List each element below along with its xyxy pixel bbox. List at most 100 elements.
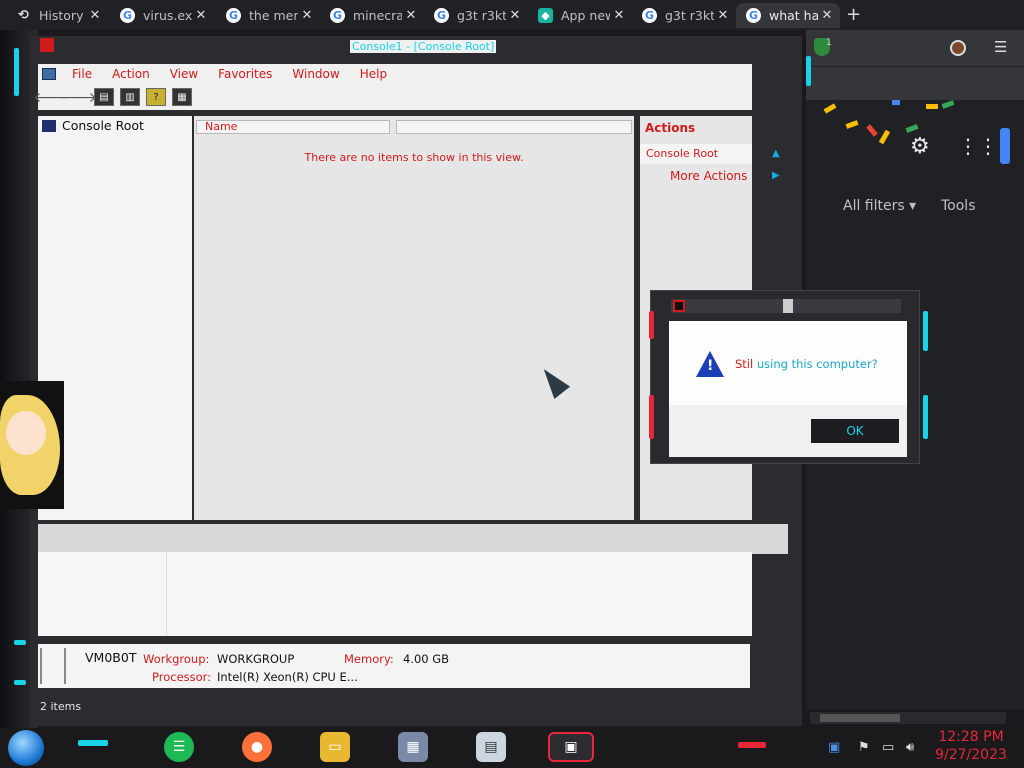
google-icon: G	[434, 8, 449, 23]
close-tab-icon[interactable]: ✕	[298, 8, 316, 23]
forward-arrow-icon[interactable]: 🡒	[59, 88, 97, 106]
frame-accent	[14, 48, 19, 96]
browser-horizontal-scrollbar[interactable]	[810, 712, 1006, 724]
avatar[interactable]	[950, 40, 966, 56]
more-actions-link[interactable]: More Actions	[670, 169, 747, 183]
close-tab-icon[interactable]: ✕	[610, 8, 628, 23]
close-tab-icon[interactable]: ✕	[192, 8, 210, 23]
menu-view[interactable]: View	[170, 67, 198, 81]
google-icon: G	[330, 8, 345, 23]
network-tray-icon[interactable]: ▣	[828, 740, 840, 755]
menu-action[interactable]: Action	[112, 67, 150, 81]
tab-g3t-r3kt[interactable]: G g3t r3kt ✕	[424, 3, 528, 28]
display-tray-icon[interactable]: ▭	[882, 740, 894, 755]
google-icon: G	[226, 8, 241, 23]
status-bar: 2 items	[30, 698, 340, 716]
close-tab-icon[interactable]: ✕	[714, 8, 732, 23]
show-hide-tree-icon[interactable]: ▤	[94, 88, 114, 106]
ok-button[interactable]: OK	[811, 419, 899, 443]
taskbar-accent	[738, 742, 766, 748]
dialog-message: Stil using this computer?	[735, 357, 878, 371]
start-button[interactable]	[8, 730, 44, 766]
new-tab-button[interactable]: +	[846, 4, 861, 25]
dialog-titlebar[interactable]	[671, 299, 901, 313]
window-app-icon	[40, 38, 54, 52]
workgroup-value: WORKGROUP	[217, 652, 295, 666]
frame-accent	[649, 311, 654, 339]
menu-window[interactable]: Window	[292, 67, 339, 81]
tab-minecraft[interactable]: G minecraf ✕	[320, 3, 424, 28]
tab-g3t-r3kt-2[interactable]: G g3t r3kt ✕	[632, 3, 736, 28]
help-icon[interactable]: ?	[146, 88, 166, 106]
details-pane	[38, 552, 752, 636]
actions-title: Actions	[645, 121, 696, 135]
dialog-app-icon	[673, 300, 685, 312]
google-icon: G	[746, 8, 761, 23]
processor-label: Processor:	[152, 670, 212, 684]
tab-what-hap[interactable]: G what hap ✕	[736, 3, 840, 28]
frame-right-cyan	[806, 56, 811, 86]
google-icon: G	[120, 8, 135, 23]
memory-value: 4.00 GB	[403, 652, 450, 666]
collapse-up-icon[interactable]: ▲	[772, 148, 780, 159]
browser-tab-strip: ⟲ History ✕ G virus.exe ✕ G the mem ✕ G …	[0, 0, 1024, 30]
empty-message: There are no items to show in this view.	[304, 151, 524, 164]
app-icon: ◆	[538, 8, 553, 23]
taskbar-accent	[78, 740, 108, 746]
flag-icon[interactable]: ⚑	[858, 740, 870, 755]
frame-accent	[14, 640, 26, 645]
idle-dialog: ! Stil using this computer? OK	[649, 290, 928, 464]
column-header-name[interactable]: Name	[196, 120, 390, 134]
system-info-icon[interactable]: ▤	[476, 732, 506, 762]
tools-button[interactable]: Tools	[941, 198, 976, 214]
close-tab-icon[interactable]: ✕	[86, 8, 104, 23]
frame-accent	[923, 311, 928, 351]
scroll-thumb[interactable]	[820, 714, 900, 722]
computer-name: VM0B0T	[85, 650, 137, 665]
menu-help[interactable]: Help	[360, 67, 387, 81]
menu-icon[interactable]: ☰	[994, 38, 1007, 56]
extension-badge: 1	[826, 38, 832, 48]
doodle-confetti	[892, 100, 900, 105]
spotify-icon[interactable]: ☰	[164, 732, 194, 762]
volume-icon[interactable]: 🔊︎	[906, 740, 914, 755]
folder-icon	[42, 119, 56, 132]
close-tab-icon[interactable]: ✕	[818, 8, 836, 23]
mmc-taskbar-icon[interactable]: ▣	[548, 732, 594, 762]
column-header-blank[interactable]	[396, 120, 632, 134]
character-sticker	[0, 381, 64, 509]
dialog-body: ! Stil using this computer?	[669, 321, 907, 405]
actions-console-root[interactable]: Console Root	[640, 144, 752, 164]
menu-favorites[interactable]: Favorites	[218, 67, 272, 81]
window-title: Console1 - [Console Root]	[350, 40, 497, 53]
tab-virus-exe[interactable]: G virus.exe ✕	[110, 3, 214, 28]
all-filters-button[interactable]: All filters ▾	[843, 198, 916, 214]
close-tab-icon[interactable]: ✕	[506, 8, 524, 23]
expand-right-icon[interactable]: ▶	[772, 170, 780, 181]
firefox-icon[interactable]: ●	[242, 732, 272, 762]
close-tab-icon[interactable]: ✕	[402, 8, 420, 23]
scroll-bar-side[interactable]	[1000, 128, 1010, 164]
divider	[166, 552, 167, 636]
tab-history[interactable]: ⟲ History ✕	[6, 3, 108, 28]
export-list-icon[interactable]: ▥	[120, 88, 140, 106]
tab-the-mem[interactable]: G the mem ✕	[216, 3, 320, 28]
tab-app-new[interactable]: ◆ App new ✕	[528, 3, 632, 28]
frame-accent	[14, 680, 26, 685]
menu-file[interactable]: File	[72, 67, 92, 81]
sticker-face	[6, 411, 46, 455]
tree-item-console-root[interactable]: Console Root	[42, 118, 144, 133]
clock[interactable]: 12:28 PM 9/27/2023	[930, 728, 1012, 764]
calculator-icon[interactable]: ▦	[398, 732, 428, 762]
google-icon: G	[642, 8, 657, 23]
workgroup-label: Workgroup:	[143, 652, 210, 666]
results-pane: Name There are no items to show in this …	[194, 116, 634, 520]
dialog-slider-thumb[interactable]	[783, 299, 793, 313]
frame-accent	[649, 395, 654, 439]
gear-icon[interactable]: ⚙	[910, 134, 930, 159]
show-action-pane-icon[interactable]: ▦	[172, 88, 192, 106]
status-strip	[38, 524, 788, 554]
file-explorer-icon[interactable]: ▭	[320, 732, 350, 762]
bookmarks-bar	[806, 66, 1024, 100]
browser-toolbar: 1 ☰	[806, 30, 1024, 66]
